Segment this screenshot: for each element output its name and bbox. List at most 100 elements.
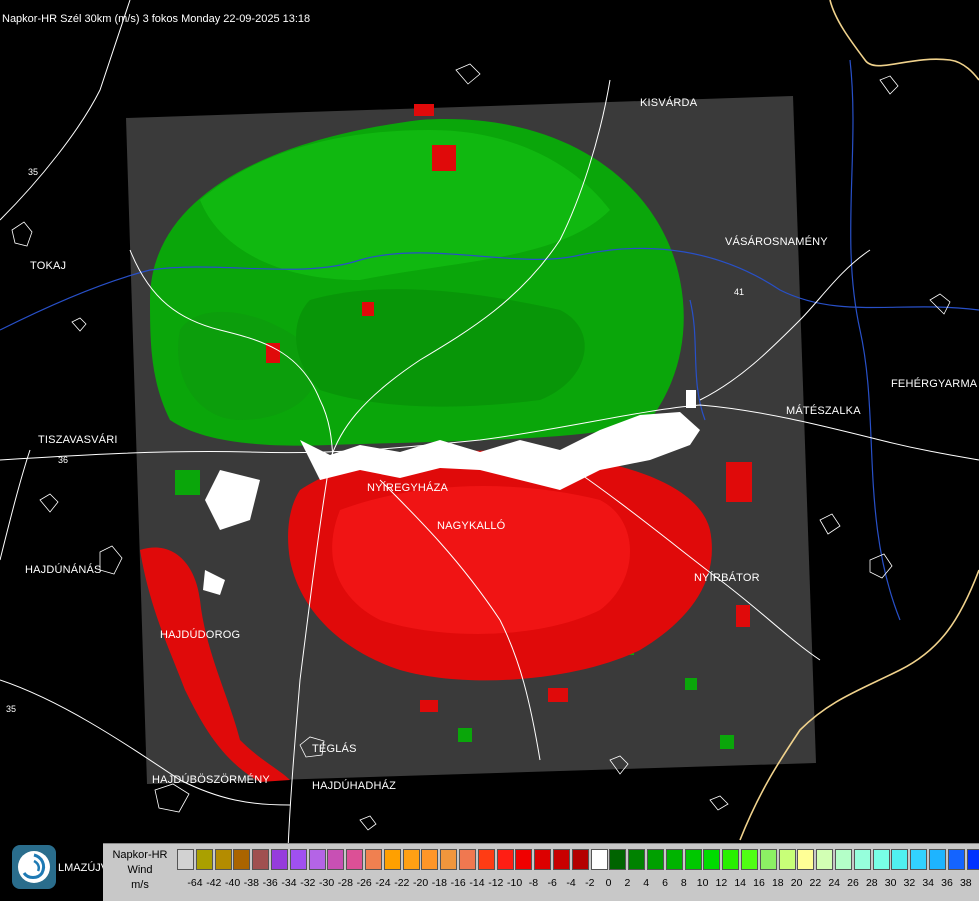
legend-tick-label: 22 (810, 877, 822, 889)
legend-tick-label: -10 (507, 877, 522, 889)
legend-swatch (497, 849, 514, 870)
legend-swatch (346, 849, 363, 870)
legend-tick-label: -32 (300, 877, 315, 889)
legend-tick-label: -22 (394, 877, 409, 889)
legend-tick-label: -14 (469, 877, 484, 889)
legend-tick-label: 18 (772, 877, 784, 889)
city-label-vasarosnameny: VÁSÁROSNAMÉNY (725, 236, 828, 248)
legend-swatch (440, 849, 457, 870)
legend-swatch (233, 849, 250, 870)
legend-swatch (572, 849, 589, 870)
legend-tick-label: -38 (244, 877, 259, 889)
logo-icon (12, 845, 56, 889)
legend-swatch (309, 849, 326, 870)
legend-tick-label: 30 (885, 877, 897, 889)
road-number-label: 35 (28, 167, 38, 177)
legend-swatch (835, 849, 852, 870)
legend-tick-label: 4 (643, 877, 649, 889)
city-label-hajduhadhaz: HAJDÚHADHÁZ (312, 780, 396, 792)
legend-swatch (891, 849, 908, 870)
legend-swatch (459, 849, 476, 870)
legend-swatch (196, 849, 213, 870)
legend-swatch (290, 849, 307, 870)
legend-tick-label: 38 (960, 877, 972, 889)
legend-tick-label: 16 (753, 877, 765, 889)
legend-swatch (271, 849, 288, 870)
legend-tick-label: -36 (263, 877, 278, 889)
legend-tick-label: -2 (585, 877, 594, 889)
city-label-mateszalka: MÁTÉSZALKA (786, 405, 861, 417)
legend-swatch (779, 849, 796, 870)
map-title: Napkor-HR Szél 30km (m/s) 3 fokos Monday… (2, 13, 310, 25)
legend-tick-label: -28 (338, 877, 353, 889)
legend-swatch (816, 849, 833, 870)
legend-tick-label: 6 (662, 877, 668, 889)
legend-tick-label: 26 (847, 877, 859, 889)
legend-tick-label: -8 (529, 877, 538, 889)
legend-swatch (666, 849, 683, 870)
legend-swatch (967, 849, 979, 870)
legend-swatch (252, 849, 269, 870)
legend-swatch (421, 849, 438, 870)
legend-swatch (534, 849, 551, 870)
city-label-fehergyarmat: FEHÉRGYARMA (891, 378, 977, 390)
legend-swatch (760, 849, 777, 870)
legend-swatch (854, 849, 871, 870)
legend-tick-label: -30 (319, 877, 334, 889)
legend-swatch (910, 849, 927, 870)
road-number-label: 35 (6, 704, 16, 714)
legend-title: Napkor-HR Wind m/s (107, 848, 173, 893)
legend-swatch (478, 849, 495, 870)
legend-tick-label: 8 (681, 877, 687, 889)
legend-swatch (628, 849, 645, 870)
legend-swatch (647, 849, 664, 870)
city-label-tiszavasvari: TISZAVASVÁRI (38, 434, 118, 446)
legend-tick-label: -34 (281, 877, 296, 889)
city-label-teglas: TÉGLÁS (312, 743, 357, 755)
legend-swatch (365, 849, 382, 870)
legend-tick-label: -24 (375, 877, 390, 889)
legend-tick-label: 28 (866, 877, 878, 889)
legend-tick-label: -42 (206, 877, 221, 889)
legend-swatch (741, 849, 758, 870)
legend-tick-label: -20 (413, 877, 428, 889)
country-border (830, 0, 979, 80)
legend-swatch (327, 849, 344, 870)
legend-tick-label: 10 (697, 877, 709, 889)
city-label-hajduboszormeny: HAJDÚBÖSZÖRMÉNY (152, 774, 270, 786)
legend-swatch (177, 849, 194, 870)
legend-tick-label: -26 (357, 877, 372, 889)
legend-tick-label: 36 (941, 877, 953, 889)
legend-swatch (948, 849, 965, 870)
radar-map: 35 36 41 35 (0, 0, 979, 900)
legend-swatch (609, 849, 626, 870)
legend-swatch (873, 849, 890, 870)
road-number-label: 41 (734, 287, 744, 297)
city-label-tokaj: TOKAJ (30, 260, 66, 272)
legend-swatch (553, 849, 570, 870)
legend-tick-label: -18 (432, 877, 447, 889)
legend-swatch (703, 849, 720, 870)
legend-swatch (722, 849, 739, 870)
legend-tick-label: 24 (828, 877, 840, 889)
legend-title-unit: m/s (107, 878, 173, 893)
legend-tick-label: 32 (904, 877, 916, 889)
city-label-nyiregyhaza: NYÍREGYHÁZA (367, 482, 448, 494)
city-label-hajdunanas: HAJDÚNÁNÁS (25, 564, 102, 576)
legend-tick-label: -16 (451, 877, 466, 889)
legend-tick-label: 0 (606, 877, 612, 889)
legend-tick-label: 12 (716, 877, 728, 889)
legend-tick-label: -6 (548, 877, 557, 889)
legend-tick-label: -40 (225, 877, 240, 889)
legend-swatch (591, 849, 608, 870)
color-legend: Napkor-HR Wind m/s -6 4 -42 -40 -38 -36-34 -32… (103, 843, 979, 901)
city-label-hajdudorog: HAJDÚDOROG (160, 629, 240, 641)
legend-swatch (384, 849, 401, 870)
legend-swatch (515, 849, 532, 870)
city-label-nyirbator: NYÍRBÁTOR (694, 572, 760, 584)
legend-swatch (403, 849, 420, 870)
legend-swatch (215, 849, 232, 870)
legend-tick-label: 14 (734, 877, 746, 889)
road-number-label: 36 (58, 455, 68, 465)
legend-swatch (929, 849, 946, 870)
